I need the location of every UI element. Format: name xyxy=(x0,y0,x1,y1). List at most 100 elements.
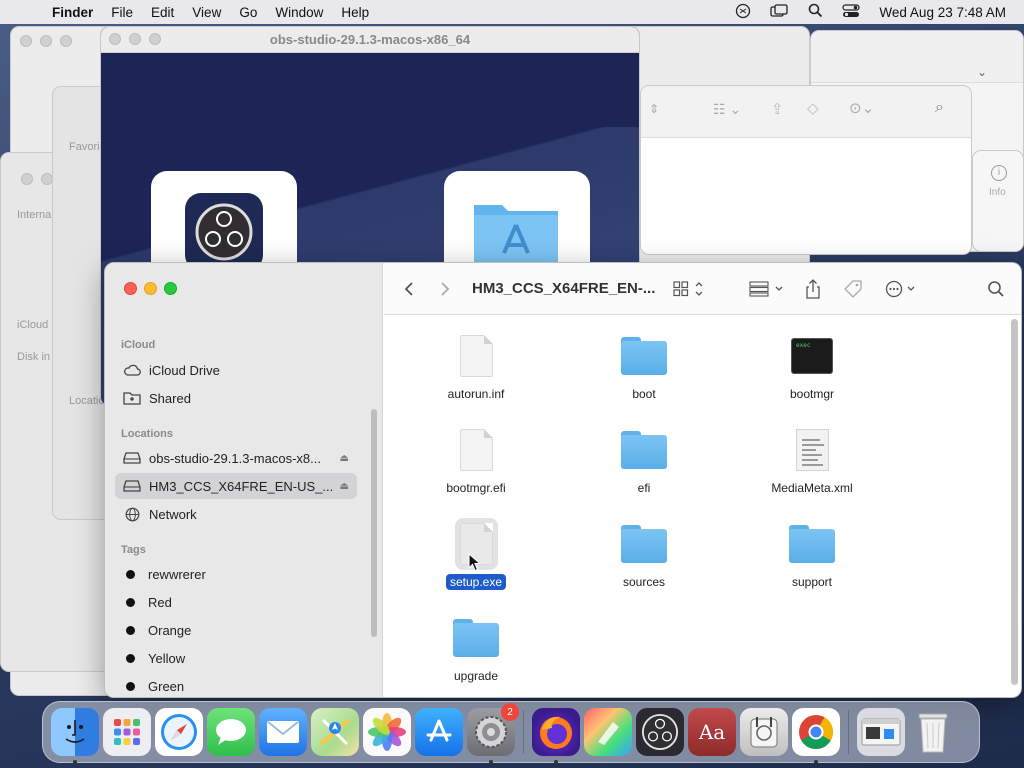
search-icon[interactable]: ⌕ xyxy=(935,99,944,117)
file-name: bootmgr xyxy=(789,387,835,401)
chevron-down-icon[interactable]: ⌄ xyxy=(977,65,987,79)
sidebar-item-network[interactable]: Network xyxy=(115,501,357,527)
content-scrollbar[interactable] xyxy=(1011,319,1018,685)
menu-file[interactable]: File xyxy=(102,5,142,20)
menu-edit[interactable]: Edit xyxy=(142,5,183,20)
more-actions-button[interactable] xyxy=(885,280,921,298)
view-icon-grid-button[interactable] xyxy=(673,280,705,297)
dock-safari-icon[interactable] xyxy=(155,708,203,756)
notification-badge: 2 xyxy=(501,703,519,721)
sidebar-item-shared[interactable]: Shared xyxy=(115,385,357,411)
dock-firefox-icon[interactable] xyxy=(532,708,580,764)
menu-go[interactable]: Go xyxy=(230,5,266,20)
sidebar-partial-label: Disk in xyxy=(17,351,51,363)
dock-dictionary-icon[interactable]: Aa xyxy=(688,708,736,756)
window-close-button[interactable] xyxy=(20,35,32,47)
folder-item[interactable]: upgrade xyxy=(416,614,536,684)
window-close-button[interactable] xyxy=(124,282,137,295)
dock-launchpad-icon[interactable] xyxy=(103,708,151,756)
dock-finder-icon[interactable] xyxy=(51,708,99,764)
window-minimize-button[interactable] xyxy=(40,35,52,47)
disk-icon xyxy=(121,452,143,464)
dock-photos-icon[interactable] xyxy=(363,708,411,756)
folder-item[interactable]: sources xyxy=(584,520,704,590)
cloud-icon xyxy=(121,364,143,376)
sidebar-scrollbar[interactable] xyxy=(371,409,377,637)
back-button[interactable] xyxy=(404,281,414,297)
info-label: Info xyxy=(989,187,1006,198)
sidebar-item-icloud-drive[interactable]: iCloud Drive xyxy=(115,357,357,383)
window-minimize-button[interactable] xyxy=(144,282,157,295)
window-zoom-button[interactable] xyxy=(60,35,72,47)
group-view-icon[interactable]: ☷ ⌄ xyxy=(713,101,741,118)
eject-icon[interactable]: ⏏ xyxy=(340,453,349,464)
folder-item[interactable]: boot xyxy=(584,332,704,402)
folder-icon xyxy=(621,337,667,375)
menu-app-name[interactable]: Finder xyxy=(44,5,102,20)
window-zoom-button[interactable] xyxy=(164,282,177,295)
share-icon[interactable]: ⇪ xyxy=(771,100,784,118)
dock-trash-icon[interactable] xyxy=(909,708,957,756)
sidebar-tag-rewwrerer[interactable]: rewwrerer xyxy=(115,561,357,587)
file-item[interactable]: MediaMeta.xml xyxy=(752,426,872,496)
sidebar-tag-label: Green xyxy=(148,678,185,694)
file-name: upgrade xyxy=(453,669,499,683)
sidebar-section-icloud: iCloud xyxy=(121,339,156,351)
dock-maps-icon[interactable] xyxy=(311,708,359,756)
tag-dot-icon xyxy=(126,569,135,579)
sidebar-partial-label: Interna xyxy=(17,209,52,221)
more-icon[interactable]: ⊙⌄ xyxy=(849,99,874,117)
folder-item[interactable]: support xyxy=(752,520,872,590)
dock-mail-icon[interactable] xyxy=(259,708,307,756)
menu-window[interactable]: Window xyxy=(266,5,332,20)
menu-help[interactable]: Help xyxy=(332,5,378,20)
dock-chrome-icon[interactable] xyxy=(792,708,840,764)
dock-obs-icon[interactable] xyxy=(636,708,684,756)
folder-item[interactable]: efi xyxy=(584,426,704,496)
dock: 2 Aa xyxy=(42,701,980,764)
sidebar-item-obs-disk[interactable]: obs-studio-29.1.3-macos-x8... ⏏ xyxy=(115,445,357,471)
tag-dot-icon xyxy=(126,597,135,607)
file-name: boot xyxy=(632,387,656,401)
finder-window[interactable]: iCloud iCloud Drive Shared Locations obs… xyxy=(104,262,1022,698)
spotlight-icon[interactable] xyxy=(797,3,833,21)
file-name: sources xyxy=(622,575,666,589)
search-button[interactable] xyxy=(987,280,1005,298)
dock-separator xyxy=(848,710,849,754)
tag-button[interactable] xyxy=(843,279,863,299)
dock-installer-window-icon[interactable] xyxy=(857,708,905,756)
tag-dot-icon xyxy=(126,681,135,691)
file-grid[interactable]: autorun.inf boot exec bootmgr bootmgr.ef… xyxy=(384,316,1021,697)
dock-app-store-icon[interactable] xyxy=(415,708,463,756)
sidebar-item-hm3-disk[interactable]: HM3_CCS_X64FRE_EN-US_... ⏏ xyxy=(115,473,357,499)
tag-icon[interactable]: ◇ xyxy=(807,99,819,117)
background-info-panel[interactable]: i Info xyxy=(972,150,1024,252)
dock-pixelmator-icon[interactable] xyxy=(584,708,632,756)
file-item[interactable]: autorun.inf xyxy=(416,332,536,402)
forward-button[interactable] xyxy=(440,281,450,297)
sidebar-tag-green[interactable]: Green xyxy=(115,673,357,697)
control-center-icon[interactable] xyxy=(833,3,869,21)
sidebar-tag-red[interactable]: Red xyxy=(115,589,357,615)
screen-mirroring-icon[interactable] xyxy=(761,3,797,21)
menu-view[interactable]: View xyxy=(183,5,230,20)
siri-icon[interactable] xyxy=(725,3,761,22)
sidebar-tag-yellow[interactable]: Yellow xyxy=(115,645,357,671)
dock-system-settings-icon[interactable]: 2 xyxy=(467,703,519,764)
group-by-button[interactable] xyxy=(749,280,785,297)
sidebar-tag-orange[interactable]: Orange xyxy=(115,617,357,643)
dock-messages-icon[interactable] xyxy=(207,708,255,756)
file-item[interactable]: bootmgr.efi xyxy=(416,426,536,496)
share-button[interactable] xyxy=(805,278,821,299)
stepper-icon[interactable]: ⇕ xyxy=(649,102,659,116)
menubar-clock[interactable]: Wed Aug 23 7:48 AM xyxy=(869,5,1024,20)
dock-disk-utility-icon[interactable] xyxy=(740,708,788,756)
info-icon[interactable]: i xyxy=(991,165,1007,181)
dictionary-label: Aa xyxy=(698,720,726,744)
file-item[interactable]: exec bootmgr xyxy=(752,332,872,402)
terminal-exec-icon: exec xyxy=(791,338,833,374)
background-window-middle[interactable]: ⇕ ☷ ⌄ ⇪ ◇ ⊙⌄ ⌕ xyxy=(640,85,972,255)
folder-icon xyxy=(453,619,499,657)
folder-icon xyxy=(621,525,667,563)
eject-icon[interactable]: ⏏ xyxy=(340,481,349,492)
